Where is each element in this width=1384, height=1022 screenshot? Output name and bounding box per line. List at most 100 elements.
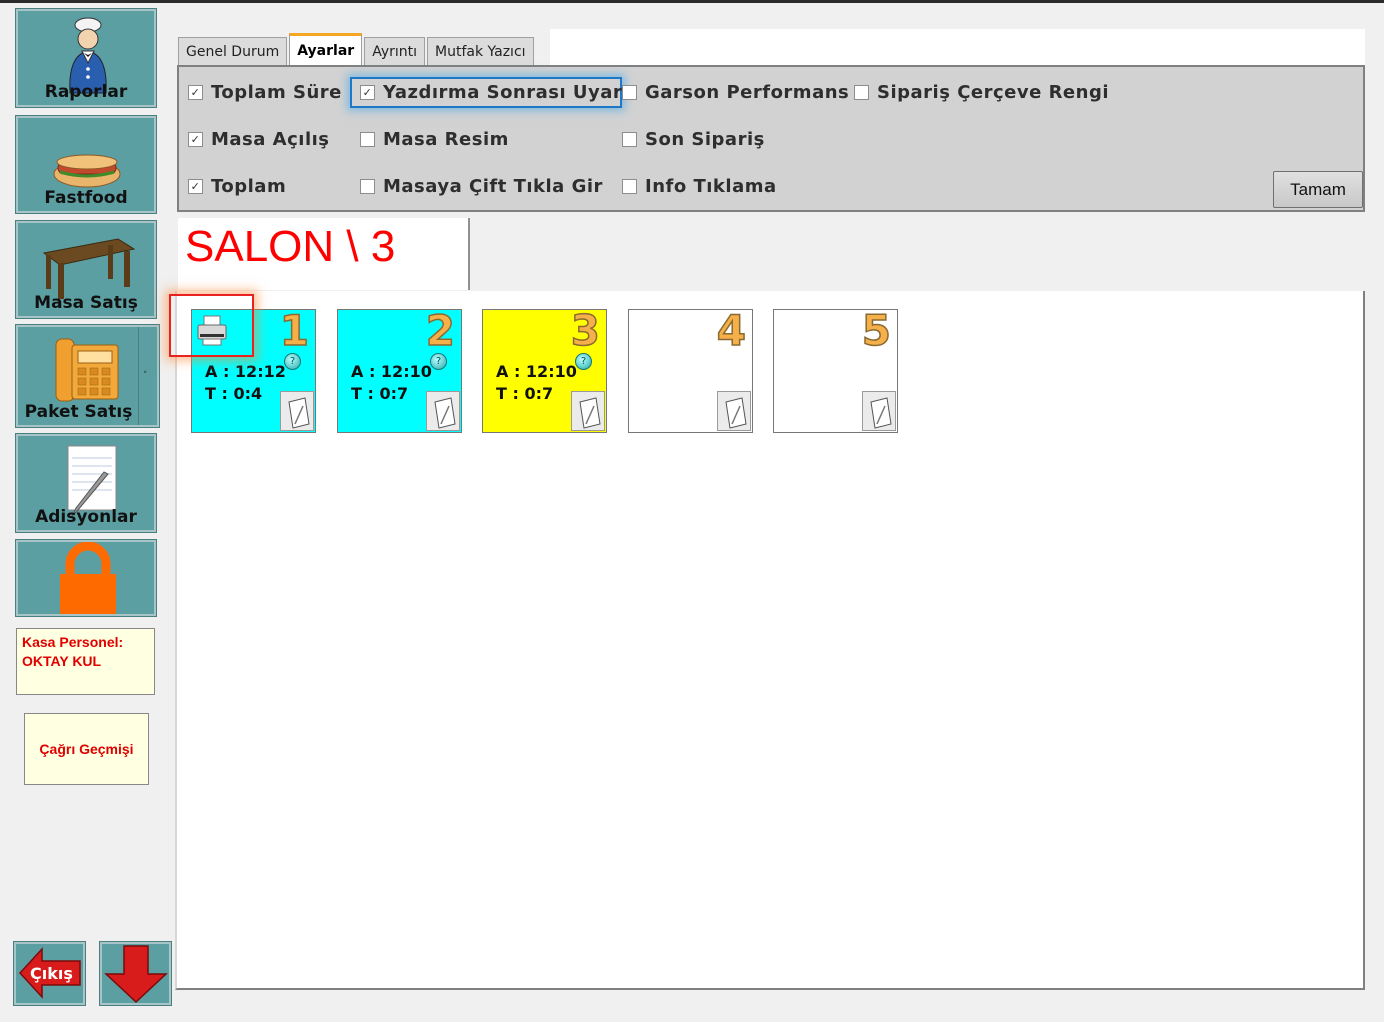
salon-title-box[interactable]: SALON \ 3 — [178, 218, 470, 290]
exit-label: Çıkış — [30, 964, 73, 983]
checkbox-info-tiklama-box — [622, 179, 637, 194]
masa-satis-button[interactable]: Masa Satış — [15, 220, 157, 319]
window-top-border — [0, 0, 1384, 3]
notepad-icon — [870, 397, 892, 429]
table-number: 3 — [570, 305, 601, 356]
table-open-time: A : 12:10 — [496, 362, 577, 381]
tab-bar-background — [550, 29, 1365, 65]
tab-ayrinti[interactable]: Ayrıntı — [364, 37, 425, 65]
hotdog-icon — [53, 154, 121, 188]
checkbox-toplam-sure-box: ✓ — [188, 85, 203, 100]
order-note-button[interactable] — [717, 391, 751, 431]
checkbox-son-siparis-label: Son Sipariş — [645, 129, 765, 150]
tab-bar: Genel Durum Ayarlar Ayrıntı Mutfak Yazıc… — [178, 33, 536, 65]
notepad-icon — [434, 397, 456, 429]
table-5[interactable]: 5 — [773, 305, 898, 433]
checkbox-garson-performans-label: Garson Performans — [645, 82, 850, 103]
checkbox-yazdirma-sonrasi-uyari-label: Yazdırma Sonrası Uyarı — [383, 82, 629, 103]
checkbox-siparis-cerceve-rengi-box — [854, 85, 869, 100]
info-icon[interactable]: ? — [284, 353, 301, 370]
info-icon[interactable]: ? — [430, 353, 447, 370]
fastfood-label: Fastfood — [44, 188, 128, 208]
tamam-button[interactable]: Tamam — [1273, 171, 1363, 208]
table-4[interactable]: 4 — [628, 305, 753, 433]
checkbox-yazdirma-sonrasi-uyari-box: ✓ — [360, 85, 375, 100]
tab-genel-durum[interactable]: Genel Durum — [178, 37, 288, 65]
notepad-icon — [288, 397, 310, 429]
chevron-down-icon: ˅ — [143, 371, 148, 381]
paket-dropdown-arrow[interactable]: ˅ — [138, 327, 157, 425]
table-total-time: T : 0:7 — [351, 384, 409, 403]
order-note-button[interactable] — [426, 391, 460, 431]
checkbox-toplam-sure[interactable]: ✓ Toplam Süre — [188, 82, 342, 103]
checkbox-toplam-sure-label: Toplam Süre — [211, 82, 342, 103]
lock-icon — [60, 542, 116, 614]
table-number: 2 — [425, 305, 456, 356]
masa-satis-label: Masa Satış — [34, 293, 138, 313]
tab-mutfak-yazici[interactable]: Mutfak Yazıcı — [427, 37, 534, 65]
lock-button[interactable] — [15, 539, 157, 617]
cashier-name: OKTAY KUL — [22, 653, 102, 669]
exit-button[interactable]: Çıkış — [13, 941, 86, 1006]
order-note-button[interactable] — [571, 391, 605, 431]
table-open-time: A : 12:10 — [351, 362, 432, 381]
checkbox-yazdirma-sonrasi-uyari[interactable]: ✓ Yazdırma Sonrası Uyarı — [360, 82, 629, 103]
settings-panel: ✓ Toplam Süre ✓ Yazdırma Sonrası Uyarı Gar… — [177, 65, 1365, 212]
printer-icon[interactable] — [196, 314, 228, 348]
table-total-time: T : 0:7 — [496, 384, 554, 403]
table-1[interactable]: 1 ? A : 12:12 T : 0:4 — [191, 305, 316, 433]
checkbox-toplam-box: ✓ — [188, 179, 203, 194]
notepad-icon — [579, 397, 601, 429]
tab-ayarlar[interactable]: Ayarlar — [289, 33, 363, 65]
checkbox-garson-performans-box — [622, 85, 637, 100]
checkbox-masaya-cift-tikla-gir-box — [360, 179, 375, 194]
checkbox-son-siparis-box — [622, 132, 637, 147]
adisyonlar-button[interactable]: Adisyonlar — [15, 433, 157, 533]
paket-satis-button[interactable]: ˅ Paket Satış — [15, 324, 160, 428]
raporlar-button[interactable]: Raporlar — [15, 8, 157, 108]
table-total-time: T : 0:4 — [205, 384, 263, 403]
checkbox-masa-resim-label: Masa Resim — [383, 129, 509, 150]
table-open-time: A : 12:12 — [205, 362, 286, 381]
checkbox-son-siparis[interactable]: Son Sipariş — [622, 129, 765, 150]
call-history-button[interactable]: Çağrı Geçmişi — [24, 713, 149, 785]
scroll-down-button[interactable] — [99, 941, 172, 1006]
checkbox-info-tiklama-label: Info Tıklama — [645, 176, 777, 197]
paket-satis-label: Paket Satış — [24, 402, 133, 422]
table-times: A : 12:12 T : 0:4 — [205, 361, 286, 405]
table-number: 1 — [279, 305, 310, 356]
checkbox-masa-acilis-label: Masa Açılış — [211, 129, 330, 150]
arrow-down-icon — [104, 945, 168, 1004]
fastfood-button[interactable]: Fastfood — [15, 115, 157, 214]
info-icon[interactable]: ? — [575, 353, 592, 370]
table-2[interactable]: 2 ? A : 12:10 T : 0:7 — [337, 305, 462, 433]
checkbox-siparis-cerceve-rengi-label: Sipariş Çerçeve Rengi — [877, 82, 1110, 103]
checkbox-masa-resim[interactable]: Masa Resim — [360, 129, 509, 150]
checkbox-masa-resim-box — [360, 132, 375, 147]
table-number: 5 — [861, 305, 892, 356]
raporlar-label: Raporlar — [44, 82, 128, 102]
table-times: A : 12:10 T : 0:7 — [351, 361, 432, 405]
checkbox-info-tiklama[interactable]: Info Tıklama — [622, 176, 777, 197]
checkbox-masaya-cift-tikla-gir[interactable]: Masaya Çift Tıkla Gir — [360, 176, 603, 197]
checkbox-toplam-label: Toplam — [211, 176, 287, 197]
checkbox-siparis-cerceve-rengi[interactable]: Sipariş Çerçeve Rengi — [854, 82, 1109, 103]
table-3[interactable]: 3 ? A : 12:10 T : 0:7 — [482, 305, 607, 433]
checkbox-masa-acilis[interactable]: ✓ Masa Açılış — [188, 129, 330, 150]
phone-icon — [55, 338, 119, 402]
adisyonlar-label: Adisyonlar — [35, 507, 137, 527]
order-note-button[interactable] — [862, 391, 896, 431]
order-note-button[interactable] — [280, 391, 314, 431]
notepad-icon — [725, 397, 747, 429]
table-icon — [42, 238, 136, 299]
cashier-label: Kasa Personel: — [22, 634, 124, 650]
salon-title: SALON \ 3 — [185, 222, 396, 271]
checkbox-garson-performans[interactable]: Garson Performans — [622, 82, 849, 103]
call-history-label: Çağrı Geçmişi — [39, 741, 134, 757]
table-times: A : 12:10 T : 0:7 — [496, 361, 577, 405]
checkbox-toplam[interactable]: ✓ Toplam — [188, 176, 286, 197]
checkbox-masa-acilis-box: ✓ — [188, 132, 203, 147]
table-number: 4 — [716, 305, 747, 356]
checkbox-masaya-cift-tikla-gir-label: Masaya Çift Tıkla Gir — [383, 176, 603, 197]
cashier-info: Kasa Personel: OKTAY KUL — [16, 628, 155, 695]
